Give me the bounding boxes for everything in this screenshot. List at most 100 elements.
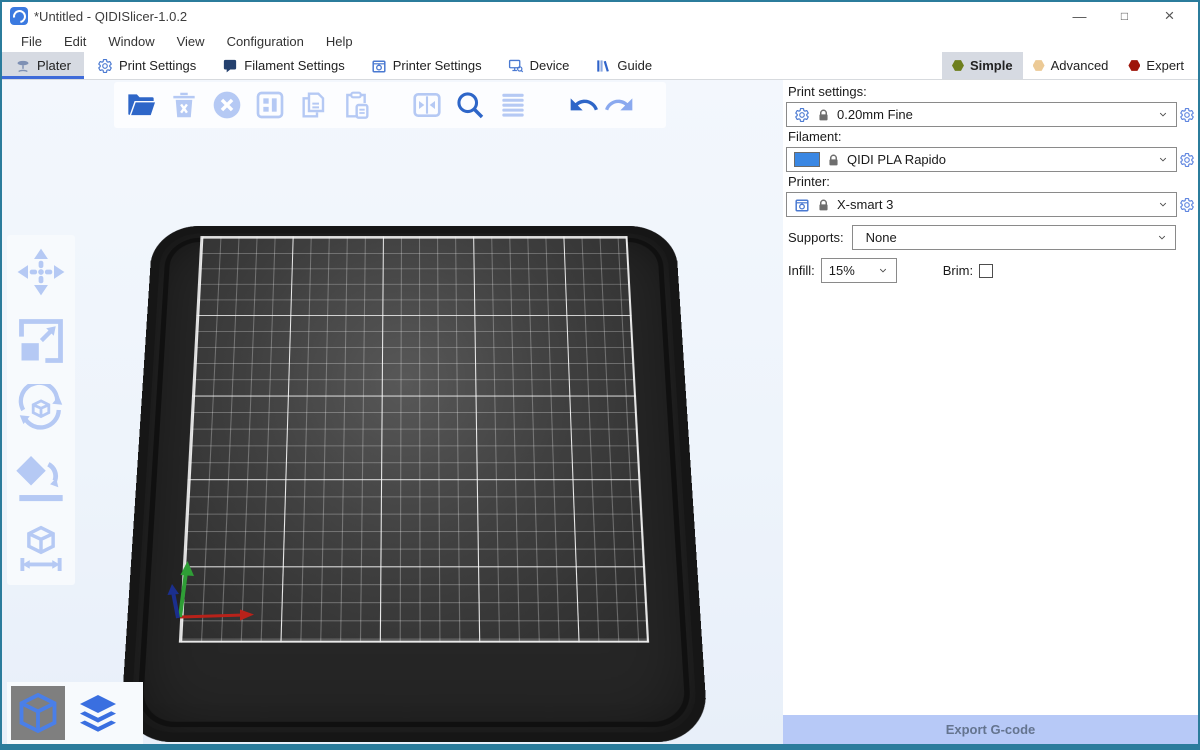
simple-mode-dot-icon bbox=[952, 60, 964, 72]
printer-label: Printer: bbox=[788, 174, 1198, 189]
infill-label: Infill: bbox=[788, 263, 815, 278]
tab-guide-label: Guide bbox=[617, 58, 652, 73]
export-gcode-button[interactable]: Export G-code bbox=[783, 715, 1198, 744]
brim-checkbox[interactable] bbox=[979, 264, 993, 278]
supports-value: None bbox=[860, 230, 1150, 245]
chevron-down-icon bbox=[1158, 111, 1168, 118]
print-settings-select[interactable]: 0.20mm Fine bbox=[786, 102, 1177, 127]
settings-sidebar: Print settings: 0.20mm Fine Filament: QI… bbox=[783, 80, 1198, 744]
copy-button[interactable] bbox=[294, 86, 332, 124]
3d-viewport[interactable] bbox=[2, 80, 783, 744]
chevron-down-icon bbox=[1158, 201, 1168, 208]
print-bed bbox=[115, 226, 705, 744]
window-controls: — □ × bbox=[1057, 2, 1198, 30]
tab-filament-settings[interactable]: Filament Settings bbox=[209, 52, 357, 79]
close-button[interactable]: × bbox=[1147, 2, 1192, 30]
cube-icon bbox=[15, 690, 61, 736]
tab-device-label: Device bbox=[530, 58, 570, 73]
menu-help[interactable]: Help bbox=[315, 30, 364, 52]
minimize-button[interactable]: — bbox=[1057, 2, 1102, 30]
menu-view[interactable]: View bbox=[166, 30, 216, 52]
measure-tool-button[interactable] bbox=[13, 520, 69, 576]
menu-window[interactable]: Window bbox=[97, 30, 165, 52]
mode-switcher: Simple Advanced Expert bbox=[942, 52, 1198, 79]
mode-advanced-label: Advanced bbox=[1051, 58, 1109, 73]
open-file-button[interactable] bbox=[122, 86, 160, 124]
edit-filament-button[interactable] bbox=[1177, 147, 1197, 172]
place-on-face-tool-button[interactable] bbox=[13, 451, 69, 507]
window-bottom-border bbox=[2, 744, 1198, 750]
scale-tool-button[interactable] bbox=[13, 313, 69, 369]
expert-mode-dot-icon bbox=[1128, 60, 1140, 72]
supports-label: Supports: bbox=[788, 230, 844, 245]
variable-layer-height-button[interactable] bbox=[494, 86, 532, 124]
tab-printer-settings[interactable]: Printer Settings bbox=[358, 52, 495, 79]
tab-device[interactable]: Device bbox=[495, 52, 583, 79]
paste-button[interactable] bbox=[337, 86, 375, 124]
edit-printer-button[interactable] bbox=[1177, 192, 1197, 217]
title-bar: *Untitled - QIDISlicer-1.0.2 — □ × bbox=[2, 2, 1198, 30]
printer-value: X-smart 3 bbox=[837, 197, 1151, 212]
redo-button[interactable] bbox=[600, 86, 638, 124]
edit-print-settings-button[interactable] bbox=[1177, 102, 1197, 127]
preview-layers-view-button[interactable] bbox=[71, 686, 125, 740]
sidebar-spacer bbox=[786, 283, 1198, 715]
menu-bar: File Edit Window View Configuration Help bbox=[2, 30, 1198, 52]
chevron-down-icon bbox=[1157, 234, 1167, 241]
move-tool-button[interactable] bbox=[13, 244, 69, 300]
tab-bar: Plater Print Settings Filament Settings … bbox=[2, 52, 1198, 80]
window-title: *Untitled - QIDISlicer-1.0.2 bbox=[34, 9, 187, 24]
infill-select[interactable]: 15% bbox=[821, 258, 897, 283]
delete-all-button[interactable] bbox=[208, 86, 246, 124]
tab-plater[interactable]: Plater bbox=[2, 52, 84, 79]
delete-button[interactable] bbox=[165, 86, 203, 124]
lock-icon bbox=[817, 198, 830, 212]
manipulation-toolbar bbox=[7, 235, 75, 585]
menu-file[interactable]: File bbox=[10, 30, 53, 52]
lock-icon bbox=[817, 108, 830, 122]
split-objects-button[interactable] bbox=[408, 86, 446, 124]
filament-select[interactable]: QIDI PLA Rapido bbox=[786, 147, 1177, 172]
view-switcher bbox=[7, 682, 143, 744]
supports-select[interactable]: None bbox=[852, 225, 1176, 250]
printer-icon bbox=[794, 197, 810, 213]
rotate-tool-button[interactable] bbox=[13, 382, 69, 438]
arrange-button[interactable] bbox=[251, 86, 289, 124]
maximize-button[interactable]: □ bbox=[1102, 2, 1147, 30]
filament-color-swatch bbox=[794, 152, 820, 167]
chevron-down-icon bbox=[878, 267, 888, 274]
tab-plater-label: Plater bbox=[37, 58, 71, 73]
brim-label: Brim: bbox=[943, 263, 973, 278]
3d-editor-view-button[interactable] bbox=[11, 686, 65, 740]
tab-printer-settings-label: Printer Settings bbox=[393, 58, 482, 73]
bed-grid-plate bbox=[179, 236, 649, 643]
search-button[interactable] bbox=[451, 86, 489, 124]
tab-print-settings[interactable]: Print Settings bbox=[84, 52, 209, 79]
filament-label: Filament: bbox=[788, 129, 1198, 144]
app-window: *Untitled - QIDISlicer-1.0.2 — □ × File … bbox=[0, 0, 1200, 750]
gear-icon bbox=[794, 107, 810, 123]
advanced-mode-dot-icon bbox=[1033, 60, 1045, 72]
layers-icon bbox=[75, 690, 121, 736]
filament-value: QIDI PLA Rapido bbox=[847, 152, 1151, 167]
mode-advanced[interactable]: Advanced bbox=[1023, 52, 1119, 79]
tab-print-settings-label: Print Settings bbox=[119, 58, 196, 73]
print-settings-label: Print settings: bbox=[788, 84, 1198, 99]
tab-guide[interactable]: Guide bbox=[582, 52, 665, 79]
print-settings-value: 0.20mm Fine bbox=[837, 107, 1151, 122]
printer-select[interactable]: X-smart 3 bbox=[786, 192, 1177, 217]
chevron-down-icon bbox=[1158, 156, 1168, 163]
mode-expert-label: Expert bbox=[1146, 58, 1184, 73]
menu-edit[interactable]: Edit bbox=[53, 30, 97, 52]
mode-expert[interactable]: Expert bbox=[1118, 52, 1194, 79]
mode-simple[interactable]: Simple bbox=[942, 52, 1023, 79]
app-logo-icon bbox=[10, 7, 28, 25]
tab-filament-settings-label: Filament Settings bbox=[244, 58, 344, 73]
bed-tray bbox=[119, 226, 708, 742]
mode-simple-label: Simple bbox=[970, 58, 1013, 73]
lock-icon bbox=[827, 153, 840, 167]
main-area: Print settings: 0.20mm Fine Filament: QI… bbox=[2, 80, 1198, 744]
infill-value: 15% bbox=[829, 263, 871, 278]
undo-button[interactable] bbox=[565, 86, 603, 124]
menu-configuration[interactable]: Configuration bbox=[216, 30, 315, 52]
